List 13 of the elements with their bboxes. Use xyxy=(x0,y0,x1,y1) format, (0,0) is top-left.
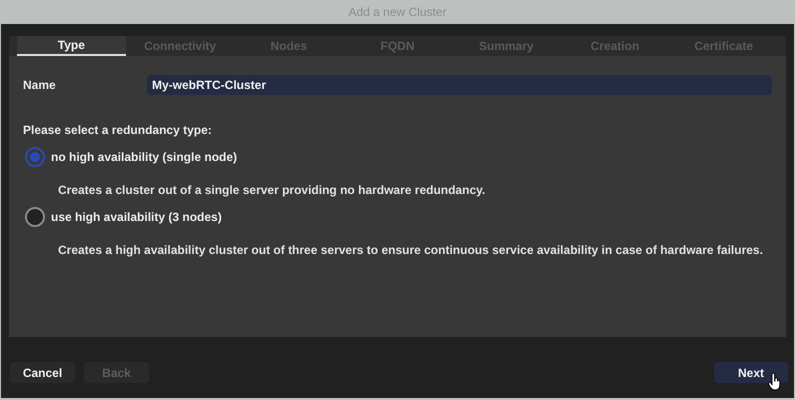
option-label: no high availability (single node) xyxy=(51,149,238,166)
radio-button[interactable] xyxy=(25,147,45,167)
option-label: use high availability (3 nodes) xyxy=(51,209,222,226)
option-description: Creates a high availability cluster out of three servers to ensure continuous service availability in case of hardware failures. xyxy=(58,242,764,259)
hand-cursor-icon xyxy=(768,373,782,391)
wizard-tab[interactable]: Type xyxy=(17,36,126,56)
option-description: Creates a cluster out of a single server providing no hardware redundancy. xyxy=(58,182,486,199)
name-label: Name xyxy=(23,77,57,94)
wizard-button[interactable]: Cancel xyxy=(10,362,75,383)
next-button[interactable]: Next xyxy=(714,362,788,383)
name-field[interactable]: My-webRTC-Cluster xyxy=(147,75,772,95)
radio-button[interactable] xyxy=(25,207,45,227)
redundancy-prompt: Please select a redundancy type: xyxy=(23,122,213,139)
